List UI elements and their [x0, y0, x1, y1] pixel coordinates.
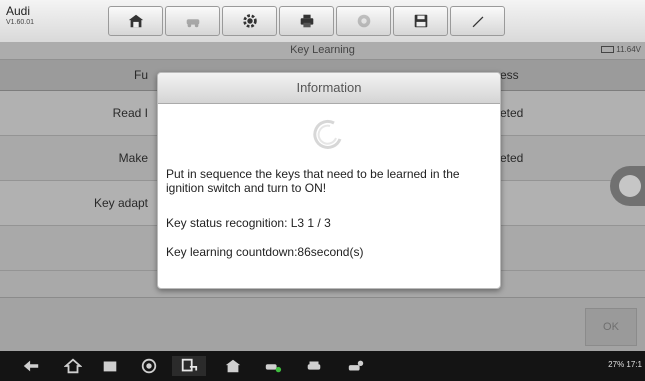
settings-icon [242, 14, 257, 28]
vehicle-service-button[interactable] [262, 356, 284, 376]
recent-apps-icon [103, 361, 117, 372]
diagnostics-home-icon [225, 359, 241, 373]
print-button[interactable] [279, 6, 334, 36]
toolbar-buttons [108, 6, 507, 36]
help-button[interactable] [336, 6, 391, 36]
vehicle-icon [186, 19, 199, 28]
browser-button[interactable] [138, 356, 160, 376]
home-button[interactable] [108, 6, 163, 36]
home-nav-button[interactable] [62, 356, 84, 376]
brand-name: Audi [6, 4, 31, 18]
car-button[interactable] [303, 356, 325, 376]
countdown-text: Key learning countdown:86second(s) [166, 245, 364, 259]
system-navigation-bar: 27% 17:1 [0, 351, 645, 381]
dialog-message: Put in sequence the keys that need to be… [166, 167, 460, 195]
system-status: 27% 17:1 [608, 360, 642, 369]
back-button[interactable] [20, 356, 42, 376]
loading-spinner-icon [313, 119, 342, 149]
print-icon [300, 14, 313, 28]
save-button[interactable] [393, 6, 448, 36]
edit-icon [472, 16, 483, 28]
vehicle-user-button[interactable] [345, 356, 367, 376]
dialog-title: Information [158, 73, 500, 104]
vehicle-service-icon [265, 364, 282, 373]
settings-button[interactable] [222, 6, 277, 36]
diagnostics-home-button[interactable] [222, 356, 244, 376]
edit-button[interactable] [450, 6, 505, 36]
car-icon [307, 361, 321, 370]
vehicle-brand: Audi V1.60.01 [6, 5, 34, 29]
battery-percent: 27% [608, 360, 625, 369]
clock: 17:1 [626, 360, 642, 369]
key-status-text: Key status recognition: L3 1 / 3 [166, 216, 331, 230]
browser-icon [141, 358, 157, 374]
vehicle-user-icon [348, 360, 364, 371]
back-icon [23, 360, 39, 372]
software-version: V1.60.01 [6, 19, 35, 26]
help-icon [357, 14, 370, 28]
home-nav-icon [64, 358, 82, 374]
remote-support-icon [181, 358, 198, 372]
information-dialog: Information Put in sequence the keys tha… [157, 72, 501, 289]
remote-support-button[interactable] [172, 356, 206, 376]
recent-apps-button[interactable] [99, 356, 121, 376]
top-toolbar: Audi V1.60.01 [0, 0, 645, 43]
vehicle-swap-button[interactable] [165, 6, 220, 36]
home-icon [128, 14, 143, 28]
save-icon [414, 14, 427, 28]
